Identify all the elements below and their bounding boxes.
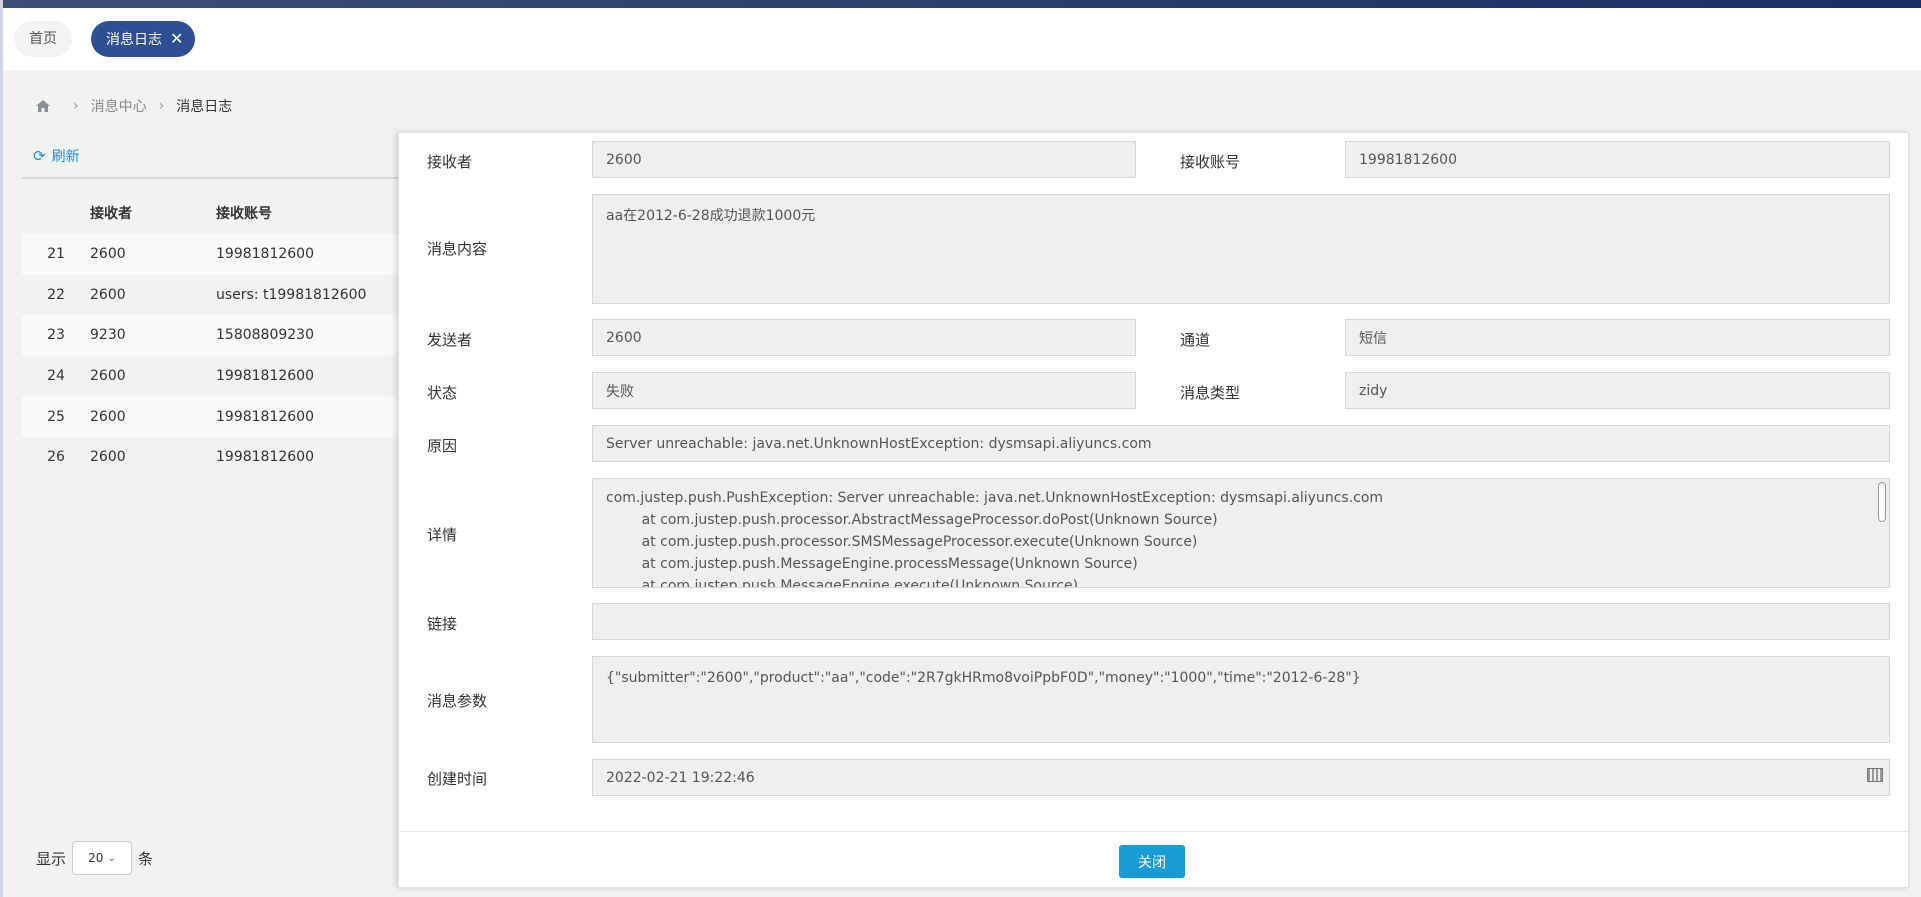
row-index: 25	[47, 408, 65, 425]
breadcrumb-current: 消息日志	[176, 99, 233, 115]
row-index: 21	[47, 246, 65, 263]
refresh-label: 刷新	[51, 149, 80, 165]
row-account: users: t19981812600	[216, 286, 367, 303]
link-field[interactable]	[592, 603, 1890, 640]
chevron-down-icon: ⌄	[107, 852, 116, 864]
row-receiver: 2600	[90, 408, 126, 425]
tab-home[interactable]: 首页	[14, 21, 72, 57]
params-field[interactable]: {"submitter":"2600","product":"aa","code…	[592, 656, 1890, 743]
details-scrollbar[interactable]	[1878, 482, 1886, 522]
row-account: 15808809230	[216, 327, 314, 344]
status-field[interactable]: 失败	[592, 372, 1136, 409]
row-receiver: 2600	[90, 286, 126, 303]
row-account: 19981812600	[216, 368, 314, 385]
row-index: 23	[47, 327, 65, 344]
sender-label: 发送者	[427, 331, 473, 349]
sender-field[interactable]: 2600	[592, 319, 1136, 356]
channel-field[interactable]: 短信	[1345, 319, 1890, 356]
table-row[interactable]: 23 9230 15808809230	[22, 315, 400, 356]
table-header: 接收者 接收账号	[22, 192, 400, 234]
page-size-control: 显示 20 ⌄ 条	[36, 841, 153, 875]
link-label: 链接	[427, 615, 458, 633]
table-row[interactable]: 24 2600 19981812600	[22, 355, 400, 397]
dialog-footer-divider	[399, 831, 1908, 832]
status-label: 状态	[427, 384, 458, 402]
message-detail-dialog: 接收者 2600 接收账号 19981812600 消息内容 aa在2012-6…	[398, 132, 1909, 888]
calendar-icon[interactable]	[1867, 768, 1883, 782]
message-table: 接收者 接收账号 21 2600 19981812600 22 2600 use…	[22, 192, 400, 478]
breadcrumb-separator: ›	[158, 98, 165, 114]
header-account[interactable]: 接收账号	[216, 203, 400, 223]
breadcrumb-message-center[interactable]: 消息中心	[91, 96, 147, 116]
reason-label: 原因	[427, 437, 458, 455]
page-size-prefix: 显示	[36, 849, 67, 868]
details-label: 详情	[427, 526, 458, 544]
toolbar-divider	[22, 177, 400, 179]
tab-message-log[interactable]: 消息日志 ✕	[91, 21, 196, 57]
breadcrumb: › 消息中心 › 消息日志	[35, 96, 232, 116]
row-index: 22	[47, 286, 65, 303]
channel-label: 通道	[1180, 331, 1211, 349]
created-label: 创建时间	[427, 770, 488, 788]
row-index: 26	[47, 449, 65, 466]
receiver-label: 接收者	[427, 153, 473, 171]
breadcrumb-separator: ›	[73, 98, 79, 114]
details-text: com.justep.push.PushException: Server un…	[606, 490, 1384, 588]
row-receiver: 2600	[90, 246, 126, 263]
row-receiver: 9230	[90, 327, 126, 344]
account-label: 接收账号	[1180, 153, 1241, 171]
row-account: 19981812600	[216, 408, 314, 425]
page-size-value: 20	[88, 851, 104, 865]
created-field[interactable]: 2022-02-21 19:22:46	[592, 759, 1890, 796]
refresh-icon: ⟳	[33, 147, 46, 165]
table-row[interactable]: 22 2600 users: t19981812600	[22, 274, 400, 316]
table-row[interactable]: 25 2600 19981812600	[22, 396, 400, 437]
left-edge	[0, 0, 3, 897]
row-account: 19981812600	[216, 449, 314, 466]
row-receiver: 2600	[90, 368, 126, 385]
close-icon[interactable]: ✕	[170, 21, 183, 57]
content-field[interactable]: aa在2012-6-28成功退款1000元	[592, 194, 1890, 304]
page-size-select[interactable]: 20 ⌄	[72, 841, 133, 875]
created-value: 2022-02-21 19:22:46	[606, 769, 755, 786]
reason-field[interactable]: Server unreachable: java.net.UnknownHost…	[592, 425, 1890, 462]
tab-bar: 首页 消息日志 ✕	[0, 8, 1921, 70]
row-index: 24	[47, 368, 65, 385]
top-accent-bar	[0, 0, 1921, 8]
details-field[interactable]: com.justep.push.PushException: Server un…	[592, 478, 1890, 588]
page-size-suffix: 条	[138, 849, 154, 868]
type-field[interactable]: zidy	[1345, 372, 1890, 409]
table-row[interactable]: 21 2600 19981812600	[22, 234, 400, 275]
tab-message-log-label: 消息日志	[106, 32, 162, 48]
account-field[interactable]: 19981812600	[1345, 141, 1890, 178]
row-receiver: 2600	[90, 449, 126, 466]
type-label: 消息类型	[1180, 384, 1241, 402]
refresh-button[interactable]: ⟳ 刷新	[33, 146, 80, 166]
params-label: 消息参数	[427, 692, 488, 710]
receiver-field[interactable]: 2600	[592, 141, 1136, 178]
home-icon[interactable]	[35, 99, 51, 113]
content-label: 消息内容	[427, 240, 488, 258]
row-account: 19981812600	[216, 246, 314, 263]
close-button[interactable]: 关闭	[1119, 845, 1185, 878]
table-row[interactable]: 26 2600 19981812600	[22, 436, 400, 478]
header-receiver[interactable]: 接收者	[90, 203, 216, 223]
